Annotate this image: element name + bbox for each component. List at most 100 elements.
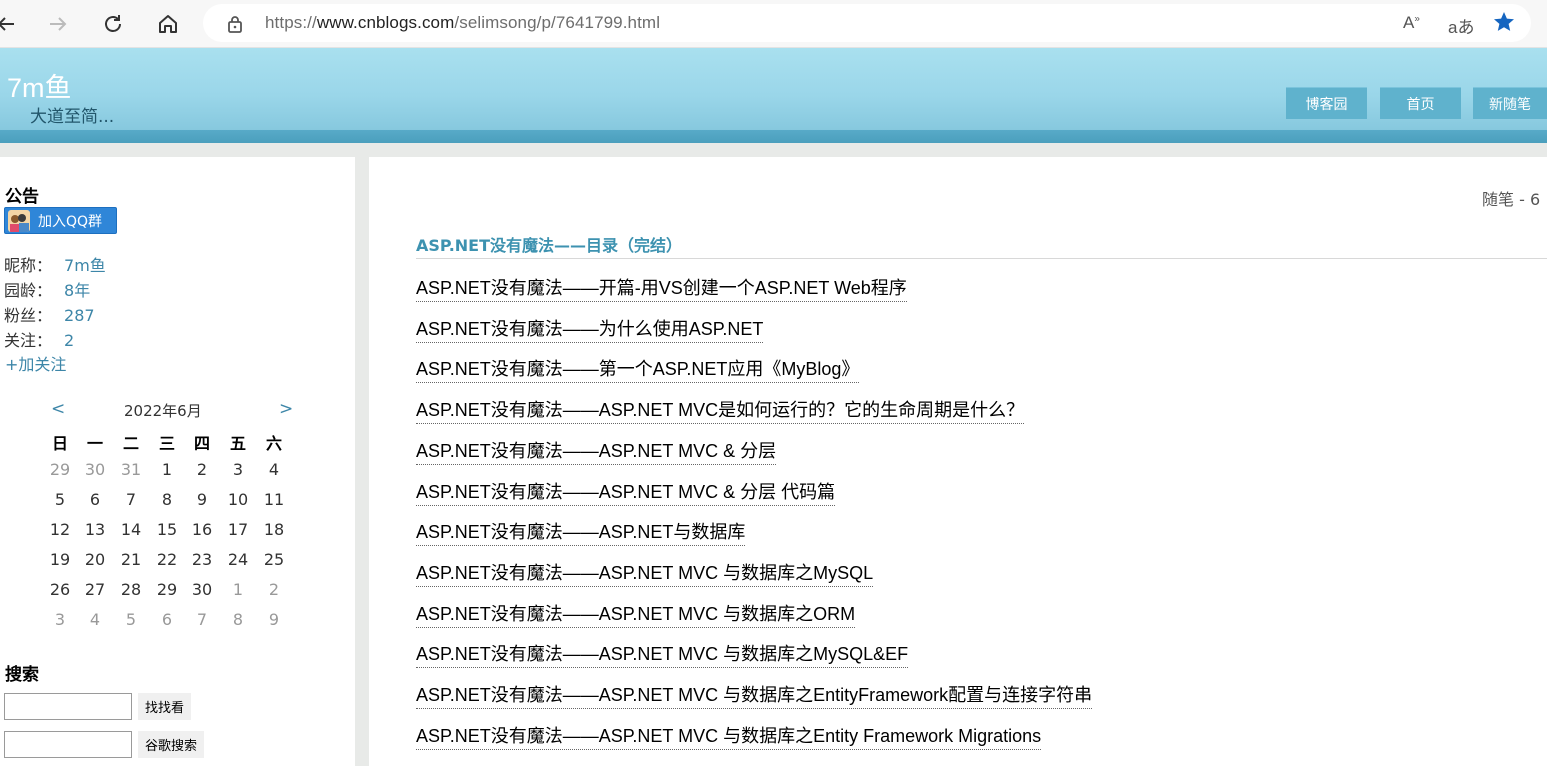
calendar-day[interactable]: 26 [42,580,78,599]
lock-icon[interactable] [227,15,243,37]
post-link[interactable]: ASP.NET没有魔法——第一个ASP.NET应用《MyBlog》 [416,355,860,384]
read-aloud-icon[interactable]: A» [1403,13,1420,33]
google-search-button[interactable]: 谷歌搜索 [138,731,205,758]
nav-new-post[interactable]: 新随笔 [1473,87,1547,119]
category-title[interactable]: ASP.NET没有魔法——目录（完结） [416,232,682,256]
back-arrow-icon[interactable] [0,8,22,40]
url-prefix: https:// [265,13,317,32]
nickname-link[interactable]: 7m鱼 [64,256,106,275]
qq-avatar-icon [8,209,30,232]
calendar-day[interactable]: 23 [184,550,220,569]
profile-fans: 粉丝： 287 [4,306,95,325]
calendar-weekday: 六 [265,434,282,453]
calendar-day[interactable]: 22 [149,550,185,569]
calendar-day[interactable]: 24 [220,550,256,569]
site-search-input[interactable] [4,693,132,720]
calendar-day[interactable]: 13 [77,520,113,539]
calendar-day[interactable]: 28 [113,580,149,599]
calendar-day[interactable]: 29 [42,460,78,479]
calendar-prev-month[interactable]: < [51,399,65,419]
following-link[interactable]: 2 [64,331,74,350]
site-search-button[interactable]: 找找看 [138,693,192,720]
favorite-star-icon[interactable] [1492,10,1516,38]
post-link[interactable]: ASP.NET没有魔法——ASP.NET与数据库 [416,518,746,547]
calendar-day[interactable]: 5 [113,610,149,629]
qq-button-label: 加入QQ群 [38,213,103,230]
calendar-day[interactable]: 7 [113,490,149,509]
profile-following: 关注： 2 [4,331,75,350]
calendar-day[interactable]: 10 [220,490,256,509]
calendar-day[interactable]: 30 [184,580,220,599]
calendar-day[interactable]: 14 [113,520,149,539]
notice-heading: 公告 [5,187,39,207]
calendar-day[interactable]: 1 [220,580,256,599]
calendar-weekday: 四 [193,434,210,453]
url-text[interactable]: https://www.cnblogs.com/selimsong/p/7641… [265,13,660,33]
google-search-input[interactable] [4,731,132,758]
calendar-day[interactable]: 8 [149,490,185,509]
header-spacer [0,143,1547,157]
calendar-day[interactable]: 11 [256,490,292,509]
post-link[interactable]: ASP.NET没有魔法——ASP.NET MVC 与数据库之ORM [416,600,856,628]
join-qq-group-button[interactable]: 加入QQ群 [4,207,117,234]
post-link[interactable]: ASP.NET没有魔法——ASP.NET MVC 与数据库之MySQL&EF [416,640,909,669]
url-domain: www.cnblogs.com [316,13,455,32]
post-link[interactable]: ASP.NET没有魔法——为什么使用ASP.NET [416,315,764,343]
blog-subtitle: 大道至简... [30,107,115,127]
calendar-day[interactable]: 27 [77,580,113,599]
calendar-day[interactable]: 15 [149,520,185,539]
calendar-day[interactable]: 2 [256,580,292,599]
calendar-day[interactable]: 21 [113,550,149,569]
calendar-day[interactable]: 25 [256,550,292,569]
calendar-day[interactable]: 1 [149,460,185,479]
calendar-day[interactable]: 30 [77,460,113,479]
post-link[interactable]: ASP.NET没有魔法——ASP.NET MVC是如何运行的？它的生命周期是什么… [416,396,1025,425]
post-link[interactable]: ASP.NET没有魔法——开篇-用VS创建一个ASP.NET Web程序 [416,274,907,302]
post-link[interactable]: ASP.NET没有魔法——ASP.NET MVC 与数据库之MySQL [416,559,874,587]
calendar-day[interactable]: 9 [184,490,220,509]
forward-arrow-icon[interactable] [42,8,74,40]
nav-cnblogs[interactable]: 博客园 [1286,87,1367,119]
blog-title[interactable]: 7m鱼 [7,66,72,105]
search-heading: 搜索 [5,665,39,685]
calendar-day[interactable]: 4 [77,610,113,629]
calendar-day[interactable]: 17 [220,520,256,539]
post-link[interactable]: ASP.NET没有魔法——ASP.NET MVC & 分层 [416,437,777,465]
calendar-day[interactable]: 19 [42,550,78,569]
calendar-day[interactable]: 2 [184,460,220,479]
calendar-weekday: 一 [86,434,103,453]
header-band [0,130,1547,143]
calendar-day[interactable]: 6 [149,610,185,629]
calendar-day[interactable]: 5 [42,490,78,509]
calendar-weekday: 三 [158,434,175,453]
calendar-day[interactable]: 3 [42,610,78,629]
calendar-day[interactable]: 8 [220,610,256,629]
age-link[interactable]: 8年 [64,281,90,300]
post-link[interactable]: ASP.NET没有魔法——ASP.NET MVC & 分层 代码篇 [416,478,836,506]
calendar-day[interactable]: 9 [256,610,292,629]
calendar-day[interactable]: 4 [256,460,292,479]
refresh-icon[interactable] [97,8,129,40]
calendar-weekday: 五 [229,434,246,453]
calendar-day[interactable]: 31 [113,460,149,479]
fans-link[interactable]: 287 [64,306,95,325]
address-bar[interactable]: https://www.cnblogs.com/selimsong/p/7641… [203,4,1531,42]
translate-icon[interactable]: aあ [1448,13,1474,38]
nav-home[interactable]: 首页 [1380,87,1461,119]
calendar-day[interactable]: 20 [77,550,113,569]
calendar-next-month[interactable]: > [279,399,293,419]
calendar-day[interactable]: 12 [42,520,78,539]
browser-toolbar: https://www.cnblogs.com/selimsong/p/7641… [0,0,1547,48]
profile-age: 园龄： 8年 [4,281,91,300]
follow-link[interactable]: +加关注 [5,351,66,375]
home-icon[interactable] [152,8,184,40]
calendar-day[interactable]: 3 [220,460,256,479]
calendar-day[interactable]: 7 [184,610,220,629]
calendar-day[interactable]: 29 [149,580,185,599]
post-link[interactable]: ASP.NET没有魔法——ASP.NET MVC 与数据库之Entity Fra… [416,722,1042,750]
calendar-day[interactable]: 16 [184,520,220,539]
calendar-day[interactable]: 6 [77,490,113,509]
calendar-day[interactable]: 18 [256,520,292,539]
calendar-title: 2022年6月 [124,402,202,420]
post-link[interactable]: ASP.NET没有魔法——ASP.NET MVC 与数据库之EntityFram… [416,681,1093,709]
